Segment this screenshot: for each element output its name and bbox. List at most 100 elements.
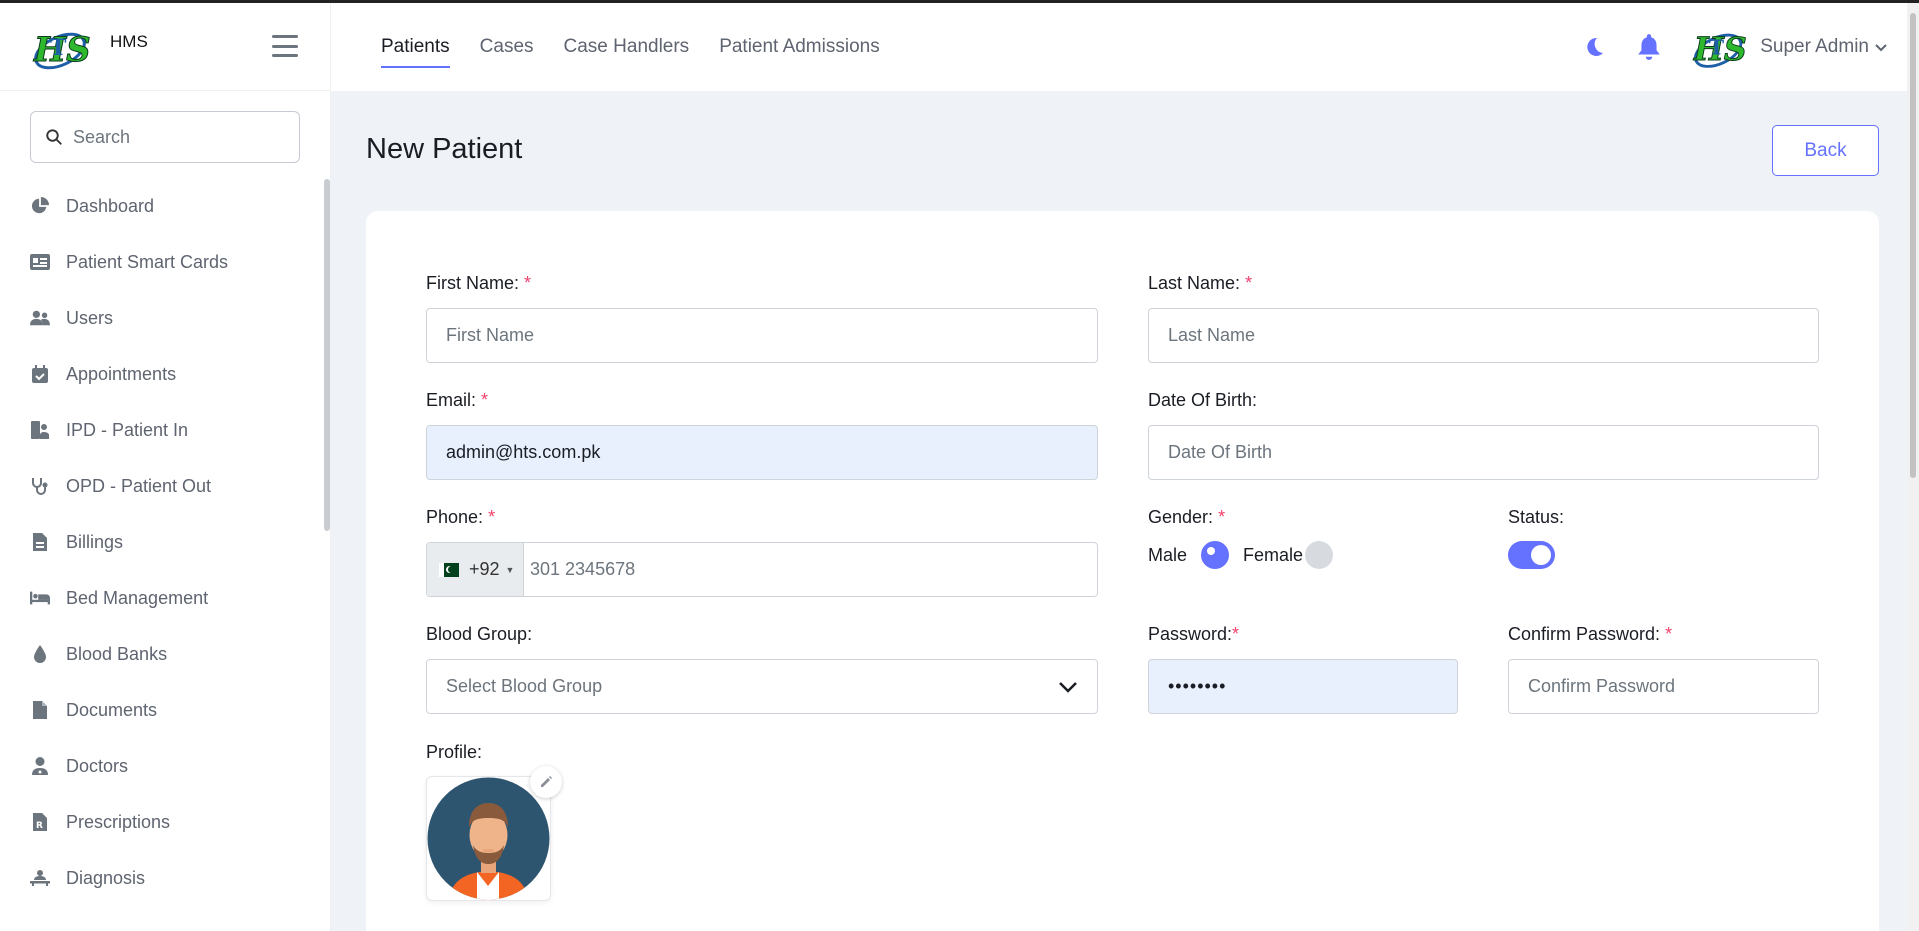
dob-field[interactable]: Date Of Birth (1148, 425, 1819, 480)
phone-label: Phone: * (426, 507, 496, 527)
last-name-field[interactable]: Last Name (1148, 308, 1819, 363)
gender-label: Gender: * (1148, 507, 1226, 527)
sidebar-item-label: Documents (66, 699, 158, 720)
search-icon (46, 129, 62, 145)
user-name-label: Super Admin (1760, 36, 1869, 57)
sidebar-item-ipd-patient-in[interactable]: IPD - Patient In (0, 402, 320, 458)
sidebar-item-label: Billings (66, 531, 124, 552)
phone-placeholder: 301 2345678 (530, 559, 636, 579)
status-toggle[interactable] (1508, 541, 1555, 569)
sidebar-item-prescriptions[interactable]: R Prescriptions (0, 794, 320, 850)
bed-patient-icon (30, 420, 50, 440)
sidebar-item-blood-banks[interactable]: Blood Banks (0, 626, 320, 682)
avatar[interactable]: HS T (1690, 19, 1750, 75)
pencil-icon (541, 776, 552, 787)
chevron-down-icon (1875, 44, 1887, 52)
users-icon (30, 308, 50, 328)
hts-logo: HS T (30, 17, 94, 77)
confirm-password-label: Confirm Password: * (1508, 624, 1673, 644)
email-label: Email: * (426, 390, 489, 410)
search-input[interactable] (73, 126, 273, 148)
confirm-password-field[interactable]: Confirm Password (1508, 659, 1819, 714)
tab-cases[interactable]: Cases (480, 28, 534, 66)
sidebar-item-label: Dashboard (66, 195, 155, 216)
edit-profile-button[interactable] (530, 766, 562, 798)
sidebar-item-label: Blood Banks (66, 643, 168, 664)
page-scrollbar[interactable] (1907, 3, 1919, 931)
sidebar-item-label: Appointments (66, 363, 177, 384)
last-name-label: Last Name: * (1148, 273, 1253, 293)
blood-group-select[interactable]: Select Blood Group (426, 659, 1098, 714)
phone-field[interactable]: +92 ▼ 301 2345678 (426, 542, 1098, 597)
id-card-icon (30, 252, 50, 272)
pie-chart-icon (30, 196, 50, 216)
droplet-icon (30, 644, 50, 664)
gender-male-radio[interactable] (1201, 541, 1230, 569)
sidebar-item-users[interactable]: Users (0, 290, 320, 346)
password-label: Password:* (1148, 624, 1240, 644)
sidebar-scrollbar[interactable] (324, 179, 330, 531)
sidebar-item-bed-management[interactable]: Bed Management (0, 570, 320, 626)
svg-text:R: R (36, 821, 43, 831)
country-code: +92 (469, 559, 500, 579)
password-field[interactable]: •••••••• (1148, 659, 1458, 714)
invoice-icon (30, 532, 50, 552)
sidebar-menu: Dashboard Patient Smart Cards Users Appo… (0, 178, 320, 906)
tab-patient-admissions[interactable]: Patient Admissions (719, 28, 880, 66)
diagnosis-icon (30, 868, 50, 888)
sidebar-item-label: OPD - Patient Out (66, 475, 212, 496)
pakistan-flag-icon (439, 562, 459, 577)
stethoscope-icon (30, 476, 50, 496)
sidebar-item-label: Prescriptions (66, 811, 171, 832)
top-header: Patients Cases Case Handlers Patient Adm… (331, 3, 1919, 91)
country-code-select[interactable]: +92 ▼ (427, 543, 524, 596)
sidebar-item-patient-smart-cards[interactable]: Patient Smart Cards (0, 234, 320, 290)
bell-icon[interactable] (1636, 33, 1662, 61)
gender-radio-group: Male Female (1148, 541, 1334, 569)
sidebar-item-billings[interactable]: Billings (0, 514, 320, 570)
profile-image[interactable] (426, 776, 551, 901)
prescription-icon: R (30, 812, 50, 832)
moon-icon[interactable] (1582, 35, 1606, 59)
sidebar-search[interactable] (30, 111, 300, 163)
sidebar-item-label: Diagnosis (66, 867, 146, 888)
tab-case-handlers[interactable]: Case Handlers (564, 28, 690, 66)
tab-patients[interactable]: Patients (381, 28, 450, 68)
brand-name: HMS (110, 31, 148, 51)
first-name-label: First Name: * (426, 273, 532, 293)
bed-icon (30, 588, 50, 608)
sidebar-item-diagnosis[interactable]: Diagnosis (0, 850, 320, 906)
chevron-down-icon (1059, 682, 1077, 693)
blood-group-label: Blood Group: (426, 624, 533, 644)
sidebar-item-label: Users (66, 307, 114, 328)
sidebar-item-label: Doctors (66, 755, 129, 776)
sidebar-item-documents[interactable]: Documents (0, 682, 320, 738)
sidebar-item-label: Patient Smart Cards (66, 251, 229, 272)
caret-down-icon: ▼ (505, 564, 515, 575)
top-nav: Patients Cases Case Handlers Patient Adm… (381, 3, 880, 91)
first-name-field[interactable]: First Name (426, 308, 1098, 363)
menu-toggle-icon[interactable] (272, 35, 298, 57)
sidebar-item-label: Bed Management (66, 587, 209, 608)
calendar-check-icon (30, 364, 50, 384)
email-field[interactable]: admin@hts.com.pk (426, 425, 1098, 480)
gender-female-label: Female (1243, 544, 1304, 565)
gender-male-label: Male (1148, 544, 1188, 565)
back-button[interactable]: Back (1772, 125, 1879, 176)
default-avatar-icon (427, 777, 550, 900)
profile-label: Profile: (426, 742, 483, 762)
status-label: Status: (1508, 507, 1565, 527)
page-title: New Patient (366, 133, 523, 165)
sidebar-item-dashboard[interactable]: Dashboard (0, 178, 320, 234)
svg-text:T: T (50, 35, 67, 61)
gender-female-radio[interactable] (1305, 541, 1334, 569)
sidebar: HS T HMS Dashboard Patient Smart Cards U… (0, 3, 331, 931)
svg-text:T: T (1709, 35, 1725, 59)
file-icon (30, 700, 50, 720)
sidebar-item-opd-patient-out[interactable]: OPD - Patient Out (0, 458, 320, 514)
sidebar-item-appointments[interactable]: Appointments (0, 346, 320, 402)
sidebar-item-doctors[interactable]: Doctors (0, 738, 320, 794)
user-menu[interactable]: Super Admin (1760, 36, 1889, 58)
dob-label: Date Of Birth: (1148, 390, 1258, 410)
doctor-icon (30, 756, 50, 776)
